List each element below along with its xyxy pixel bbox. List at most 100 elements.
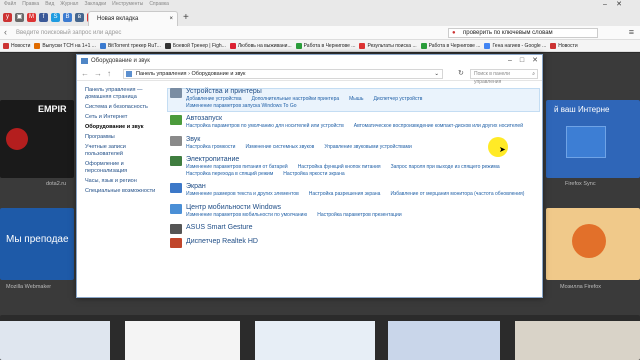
maximize-icon[interactable]: □ [520, 55, 524, 67]
category-link[interactable]: Настройка громкости [186, 144, 235, 151]
menu-file[interactable]: Файл [4, 0, 16, 8]
category-link[interactable]: Настройка перехода в спящий режим [186, 171, 273, 178]
speed-dial-tile[interactable]: EMPIR [0, 100, 74, 178]
hamburger-menu-icon[interactable]: ≡ [629, 27, 634, 37]
category-icon [170, 183, 182, 193]
search-input[interactable]: ● проверить по ключевым словам [448, 28, 598, 38]
breadcrumb-item[interactable]: Панель управления [136, 71, 187, 77]
forward-icon[interactable]: → [94, 69, 102, 78]
pinned-tab-icon[interactable]: B [63, 13, 72, 22]
left-nav-item[interactable]: Специальные возможности [85, 188, 165, 195]
category-link[interactable]: Изменение системных звуков [245, 144, 314, 151]
tab-new-tab[interactable]: Новая вкладка × [88, 11, 178, 26]
speed-dial-tile[interactable] [546, 208, 640, 280]
left-nav-item[interactable]: Сеть и Интернет [85, 114, 165, 121]
category-link[interactable]: Изменение размеров текста и других элеме… [186, 191, 299, 198]
pinned-tab-icon[interactable]: y [3, 13, 12, 22]
back-icon[interactable]: ← [81, 69, 89, 78]
minimize-icon[interactable]: – [598, 0, 612, 10]
tab-label: Новая вкладка [97, 16, 139, 22]
search-value: проверить по ключевым словам [463, 30, 553, 36]
category-icon [170, 203, 182, 214]
category-link[interactable]: Настройка параметров по умолчанию для но… [186, 123, 344, 130]
category-link[interactable]: Изменение параметров мобильности по умол… [186, 212, 307, 219]
close-icon[interactable]: ✕ [612, 0, 626, 10]
pinned-tab-icon[interactable]: f [39, 13, 48, 22]
category-icon [170, 135, 182, 146]
category-section: ASUS Smart Gesture [167, 223, 539, 234]
category-title[interactable]: Автозапуск [186, 114, 539, 123]
bookmark-item[interactable]: Боевой Тренер | Figh... [164, 40, 226, 51]
new-tab-button[interactable]: + [183, 13, 189, 23]
breadcrumb[interactable]: Панель управления › Оборудование и звук … [123, 69, 443, 79]
category-icon [170, 156, 182, 166]
tile-caption: Мозилла Firefox [560, 284, 602, 290]
left-nav-item[interactable]: Оформление и персонализация [85, 161, 165, 175]
category-link[interactable]: Избавление от мерцания монитора (частота… [390, 191, 524, 198]
category-title[interactable]: Диспетчер Realtek HD [186, 237, 539, 246]
category-link[interactable]: Запрос пароля при выходе из спящего режи… [391, 164, 500, 171]
left-nav-item[interactable]: Система и безопасность [85, 104, 165, 111]
category-link[interactable]: Настройка разрешения экрана [309, 191, 381, 198]
minimize-icon[interactable]: – [508, 55, 512, 67]
search-placeholder: Поиск в панели управления [474, 71, 510, 85]
search-input[interactable]: Поиск в панели управления ⌕ [470, 69, 538, 85]
menu-history[interactable]: Журнал [60, 0, 78, 8]
bookmark-item[interactable]: Гена нагиев - Google ... [484, 40, 546, 51]
window-title: Оборудование и звук [91, 58, 150, 64]
category-link[interactable]: Изменение параметров запуска Windows To … [186, 103, 296, 110]
speed-dial-tile[interactable]: Мы преподае [0, 208, 74, 280]
bookmark-favicon-icon [359, 42, 366, 49]
category-link[interactable]: Автоматическое воспроизведение компакт-д… [354, 123, 523, 130]
close-icon[interactable]: ✕ [532, 55, 538, 67]
pinned-tab-icon[interactable]: S [51, 13, 60, 22]
category-title[interactable]: Устройства и принтеры [186, 87, 539, 96]
chevron-down-icon[interactable]: ⌄ [434, 70, 439, 78]
bookmark-favicon-icon [420, 42, 427, 49]
menu-bookmarks[interactable]: Закладки [84, 0, 106, 8]
pinned-tabs: y ▣ M f S B в ⊕ [3, 13, 96, 22]
bookmark-item[interactable]: Новости [3, 40, 30, 51]
left-nav-item[interactable]: Учетные записи пользователей [85, 144, 165, 158]
pinned-tab-icon[interactable]: ▣ [15, 13, 24, 22]
bookmark-favicon-icon [34, 42, 41, 49]
menu-edit[interactable]: Правка [22, 0, 39, 8]
category-link[interactable]: Управление звуковыми устройствами [324, 144, 411, 151]
category-title[interactable]: Звук [186, 135, 539, 144]
category-section: Звук Настройка громкости Изменение системн… [167, 135, 539, 151]
category-title[interactable]: Экран [186, 182, 539, 191]
category-link[interactable]: Настройка яркости экрана [283, 171, 344, 178]
bookmark-item[interactable]: BitTorrent трекер RuT... [99, 40, 161, 51]
left-nav-item[interactable]: Программы [85, 134, 165, 141]
back-icon[interactable]: ‹ [4, 27, 7, 37]
breadcrumb-item[interactable]: Оборудование и звук [191, 71, 245, 77]
category-link[interactable]: Мышь [349, 96, 363, 103]
category-title[interactable]: Центр мобильности Windows [186, 203, 539, 212]
left-nav-item: Оборудование и звук [85, 124, 144, 130]
vk-icon[interactable]: в [75, 13, 84, 22]
left-nav-item[interactable]: Панель управления — домашняя страница [85, 87, 165, 101]
category-title[interactable]: Электропитание [186, 155, 539, 164]
up-icon[interactable]: ↑ [107, 69, 111, 78]
bookmark-item[interactable]: Результаты поиска ... [359, 40, 417, 51]
category-link[interactable]: Настройка параметров презентации [317, 212, 401, 219]
category-section: Диспетчер Realtek HD [167, 237, 539, 248]
menu-tools[interactable]: Инструменты [112, 0, 143, 8]
close-tab-icon[interactable]: × [169, 12, 173, 26]
bookmark-item[interactable]: Выпуски ТСН на 1+1 ... [34, 40, 96, 51]
bookmark-item[interactable]: Работа в Чернигове ... [295, 40, 355, 51]
url-bar[interactable]: Введите поисковый запрос или адрес [14, 28, 444, 38]
menu-view[interactable]: Вид [45, 0, 54, 8]
bookmark-item[interactable]: Новости [550, 40, 578, 51]
left-nav-item[interactable]: Часы, язык и регион [85, 178, 165, 185]
bookmark-item[interactable]: Любовь на выживани... [229, 40, 292, 51]
bookmark-item[interactable]: Работа в Чернигове ... [420, 40, 480, 51]
refresh-icon[interactable]: ↻ [458, 69, 464, 77]
category-link[interactable]: Диспетчер устройств [374, 96, 423, 103]
speed-dial-tile[interactable]: й ваш Интерне [546, 100, 640, 178]
category-list: Устройства и принтеры Добавление устройст… [167, 87, 539, 251]
menu-help[interactable]: Справка [149, 0, 169, 8]
bookmark-label: Новости [11, 42, 31, 49]
gmail-icon[interactable]: M [27, 13, 36, 22]
category-title[interactable]: ASUS Smart Gesture [186, 223, 539, 232]
